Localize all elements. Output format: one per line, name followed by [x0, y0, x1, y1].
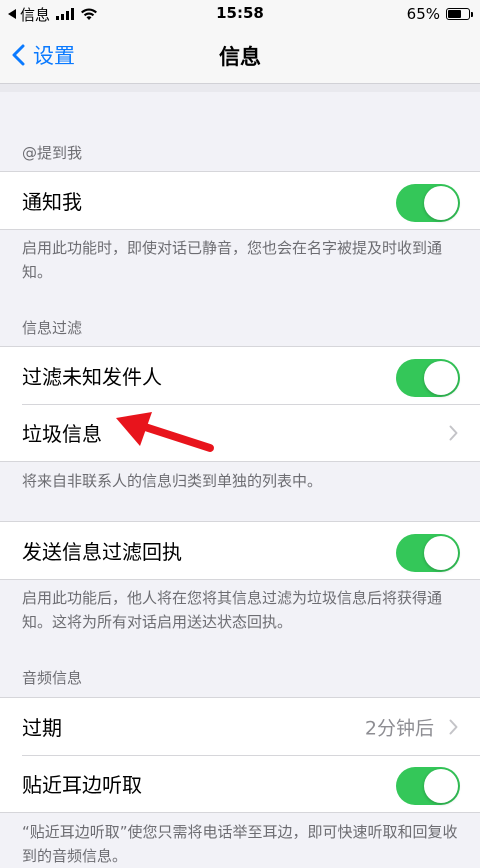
toggle-knob [424, 186, 458, 220]
row-expire[interactable]: 过期 2分钟后 [0, 698, 480, 755]
scroll-edge [0, 84, 480, 92]
row-label-filter-unknown: 过滤未知发件人 [22, 365, 162, 389]
filter-unknown-toggle[interactable] [396, 359, 460, 397]
battery-cap [471, 12, 473, 17]
page-title: 信息 [219, 45, 261, 69]
battery-icon [446, 8, 473, 20]
filter-receipt-toggle[interactable] [396, 534, 460, 572]
row-junk[interactable]: 垃圾信息 [0, 404, 480, 461]
row-notify-me: 通知我 [0, 172, 480, 229]
filter-footer: 将来自非联系人的信息归类到单独的列表中。 [22, 472, 323, 490]
status-bar: 信息 15:58 65% [0, 0, 480, 28]
group-mentions: 通知我 [0, 171, 480, 230]
row-label-raise-to-listen: 贴近耳边听取 [22, 773, 142, 797]
row-filter-receipt: 发送信息过滤回执 [0, 522, 480, 579]
row-filter-unknown: 过滤未知发件人 [0, 347, 480, 404]
group-filter: 过滤未知发件人 垃圾信息 [0, 346, 480, 462]
row-label-notify-me: 通知我 [22, 190, 82, 214]
expire-value: 2分钟后 [364, 717, 434, 739]
receipt-footer: 启用此功能后，他人将在您将其信息过滤为垃圾信息后将获得通知。这将为所有对话启用送… [22, 589, 443, 631]
row-label-filter-receipt: 发送信息过滤回执 [22, 540, 182, 564]
row-label-expire: 过期 [22, 716, 62, 740]
group-audio: 过期 2分钟后 贴近耳边听取 [0, 697, 480, 813]
status-right: 65% [406, 4, 473, 24]
toggle-knob [424, 361, 458, 395]
row-label-junk: 垃圾信息 [22, 422, 102, 446]
chevron-right-icon [449, 719, 458, 734]
toggle-knob [424, 536, 458, 570]
battery-percentage: 65% [406, 5, 440, 23]
group-receipt: 发送信息过滤回执 [0, 521, 480, 580]
section-header-filter: 信息过滤 [22, 319, 83, 337]
battery-fill [448, 10, 461, 18]
audio-footer: “贴近耳边听取”使您只需将电话举至耳边，即可快速听取和回复收到的音频信息。 [22, 823, 458, 865]
section-header-mentions: @提到我 [22, 144, 83, 162]
toggle-knob [424, 769, 458, 803]
annotation-arrow-icon [116, 412, 214, 452]
row-raise-to-listen: 贴近耳边听取 [0, 755, 480, 812]
notify-me-toggle[interactable] [396, 184, 460, 222]
mentions-footer: 启用此功能时，即使对话已静音，您也会在名字被提及时收到通知。 [22, 239, 443, 281]
navigation-bar: 设置 信息 [0, 28, 480, 84]
section-header-audio: 音频信息 [22, 669, 83, 687]
chevron-right-icon [449, 425, 458, 440]
raise-to-listen-toggle[interactable] [396, 767, 460, 805]
